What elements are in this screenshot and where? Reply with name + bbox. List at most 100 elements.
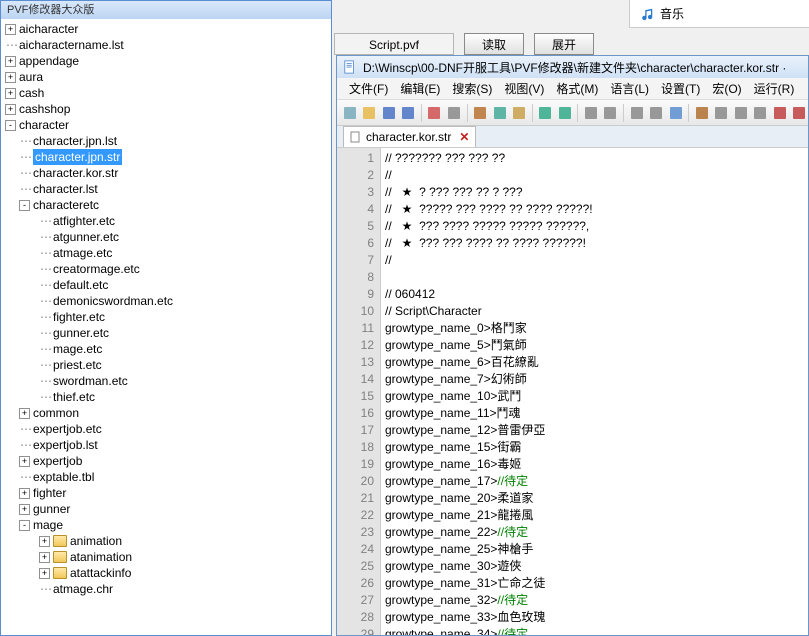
tree-item[interactable]: +common — [5, 405, 327, 421]
expand-icon[interactable]: + — [5, 104, 16, 115]
saveall-button[interactable] — [399, 103, 416, 123]
tree-item[interactable]: +expertjob — [5, 453, 327, 469]
menu-item[interactable]: 运行(R) — [748, 80, 801, 97]
tree-item[interactable]: ⋯priest.etc — [5, 357, 327, 373]
copy-button[interactable] — [491, 103, 508, 123]
read-button[interactable]: 读取 — [464, 33, 524, 55]
music-tab[interactable]: 音乐 — [629, 0, 809, 28]
tree-item[interactable]: -mage — [5, 517, 327, 533]
tree-item[interactable]: +gunner — [5, 501, 327, 517]
tree-item[interactable]: ⋯default.etc — [5, 277, 327, 293]
active-tab[interactable]: character.kor.str ✕ — [343, 126, 476, 147]
menu-item[interactable]: 语言(L) — [604, 80, 655, 97]
line-number: 6 — [339, 235, 374, 252]
line-number: 12 — [339, 337, 374, 354]
line-number: 29 — [339, 626, 374, 635]
tree-item[interactable]: ⋯fighter.etc — [5, 309, 327, 325]
expand-icon[interactable]: + — [5, 72, 16, 83]
wrap-button[interactable] — [693, 103, 710, 123]
ws-button[interactable] — [713, 103, 730, 123]
tree-item[interactable]: ⋯expertjob.etc — [5, 421, 327, 437]
menu-item[interactable]: 格式(M) — [550, 80, 604, 97]
expand-icon[interactable]: + — [19, 504, 30, 515]
new-button[interactable] — [341, 103, 358, 123]
menu-item[interactable]: 文件(F) — [343, 80, 394, 97]
menu-item[interactable]: 宏(O) — [706, 80, 747, 97]
separator — [532, 104, 533, 122]
code-area[interactable]: 1234567891011121314151617181920212223242… — [337, 148, 808, 635]
expand-icon[interactable]: + — [19, 408, 30, 419]
tree-item[interactable]: ⋯aicharactername.lst — [5, 37, 327, 53]
replace-button[interactable] — [602, 103, 619, 123]
tree-item[interactable]: +appendage — [5, 53, 327, 69]
tree-item[interactable]: ⋯atmage.chr — [5, 581, 327, 597]
close-button[interactable] — [426, 103, 443, 123]
expand-button[interactable]: 展开 — [534, 33, 594, 55]
menu-item[interactable]: 设置(T) — [655, 80, 706, 97]
file-tree[interactable]: +aicharacter⋯aicharactername.lst+appenda… — [1, 19, 331, 634]
expand-icon[interactable]: + — [5, 88, 16, 99]
find-button[interactable] — [582, 103, 599, 123]
tree-item[interactable]: ⋯creatormage.etc — [5, 261, 327, 277]
undo-button[interactable] — [537, 103, 554, 123]
tree-item[interactable]: ⋯atgunner.etc — [5, 229, 327, 245]
code-line: // Script\Character — [385, 303, 804, 320]
save-button[interactable] — [380, 103, 397, 123]
tree-item[interactable]: +cash — [5, 85, 327, 101]
tree-item[interactable]: ⋯expertjob.lst — [5, 437, 327, 453]
menu-item[interactable]: 视图(V) — [498, 80, 550, 97]
fold-button[interactable] — [752, 103, 769, 123]
open-button[interactable] — [360, 103, 377, 123]
print-button[interactable] — [445, 103, 462, 123]
tree-item[interactable]: +atattackinfo — [5, 565, 327, 581]
tree-item[interactable]: ⋯atfighter.etc — [5, 213, 327, 229]
tree-item[interactable]: ⋯character.kor.str — [5, 165, 327, 181]
redo-button[interactable] — [556, 103, 573, 123]
tree-item-label: creatormage.etc — [53, 261, 140, 277]
tree-item[interactable]: ⋯atmage.etc — [5, 245, 327, 261]
tree-item[interactable]: +animation — [5, 533, 327, 549]
code-content[interactable]: // ??????? ??? ??? ??//// ★ ? ??? ??? ??… — [381, 148, 808, 635]
expand-icon[interactable]: + — [39, 536, 50, 547]
tree-item[interactable]: +fighter — [5, 485, 327, 501]
collapse-icon[interactable]: - — [19, 200, 30, 211]
expand-icon[interactable]: + — [5, 24, 16, 35]
tree-item[interactable]: +aura — [5, 69, 327, 85]
expand-icon[interactable]: + — [19, 488, 30, 499]
tree-item[interactable]: ⋯gunner.etc — [5, 325, 327, 341]
tree-item[interactable]: ⋯exptable.tbl — [5, 469, 327, 485]
collapse-icon[interactable]: - — [19, 520, 30, 531]
tree-item[interactable]: ⋯thief.etc — [5, 389, 327, 405]
expand-icon[interactable]: + — [19, 456, 30, 467]
tree-item[interactable]: ⋯character.jpn.str — [5, 149, 327, 165]
tree-item[interactable]: +aicharacter — [5, 21, 327, 37]
macro2-button[interactable] — [790, 103, 807, 123]
tree-item[interactable]: ⋯swordman.etc — [5, 373, 327, 389]
line-number: 22 — [339, 507, 374, 524]
tree-item[interactable]: -characteretc — [5, 197, 327, 213]
tree-item[interactable]: +atanimation — [5, 549, 327, 565]
line-number: 5 — [339, 218, 374, 235]
expand-icon[interactable]: + — [39, 568, 50, 579]
tree-item[interactable]: +cashshop — [5, 101, 327, 117]
expand-icon[interactable]: + — [5, 56, 16, 67]
tree-leaf-icon: ⋯ — [39, 389, 53, 405]
menu-item[interactable]: 编辑(E) — [394, 80, 446, 97]
tree-item[interactable]: ⋯mage.etc — [5, 341, 327, 357]
zoom-in-button[interactable] — [628, 103, 645, 123]
paste-button[interactable] — [510, 103, 527, 123]
close-icon[interactable]: ✕ — [455, 130, 469, 144]
indent-button[interactable] — [732, 103, 749, 123]
expand-icon[interactable]: + — [39, 552, 50, 563]
macro1-button[interactable] — [771, 103, 788, 123]
cut-button[interactable] — [471, 103, 488, 123]
tree-item[interactable]: -character — [5, 117, 327, 133]
code-line: // ★ ??? ??? ???? ?? ???? ??????! — [385, 235, 804, 252]
zoom-out-button[interactable] — [648, 103, 665, 123]
tree-item[interactable]: ⋯character.lst — [5, 181, 327, 197]
tree-item[interactable]: ⋯demonicswordman.etc — [5, 293, 327, 309]
sync-button[interactable] — [667, 103, 684, 123]
collapse-icon[interactable]: - — [5, 120, 16, 131]
tree-item[interactable]: ⋯character.jpn.lst — [5, 133, 327, 149]
menu-item[interactable]: 搜索(S) — [446, 80, 498, 97]
